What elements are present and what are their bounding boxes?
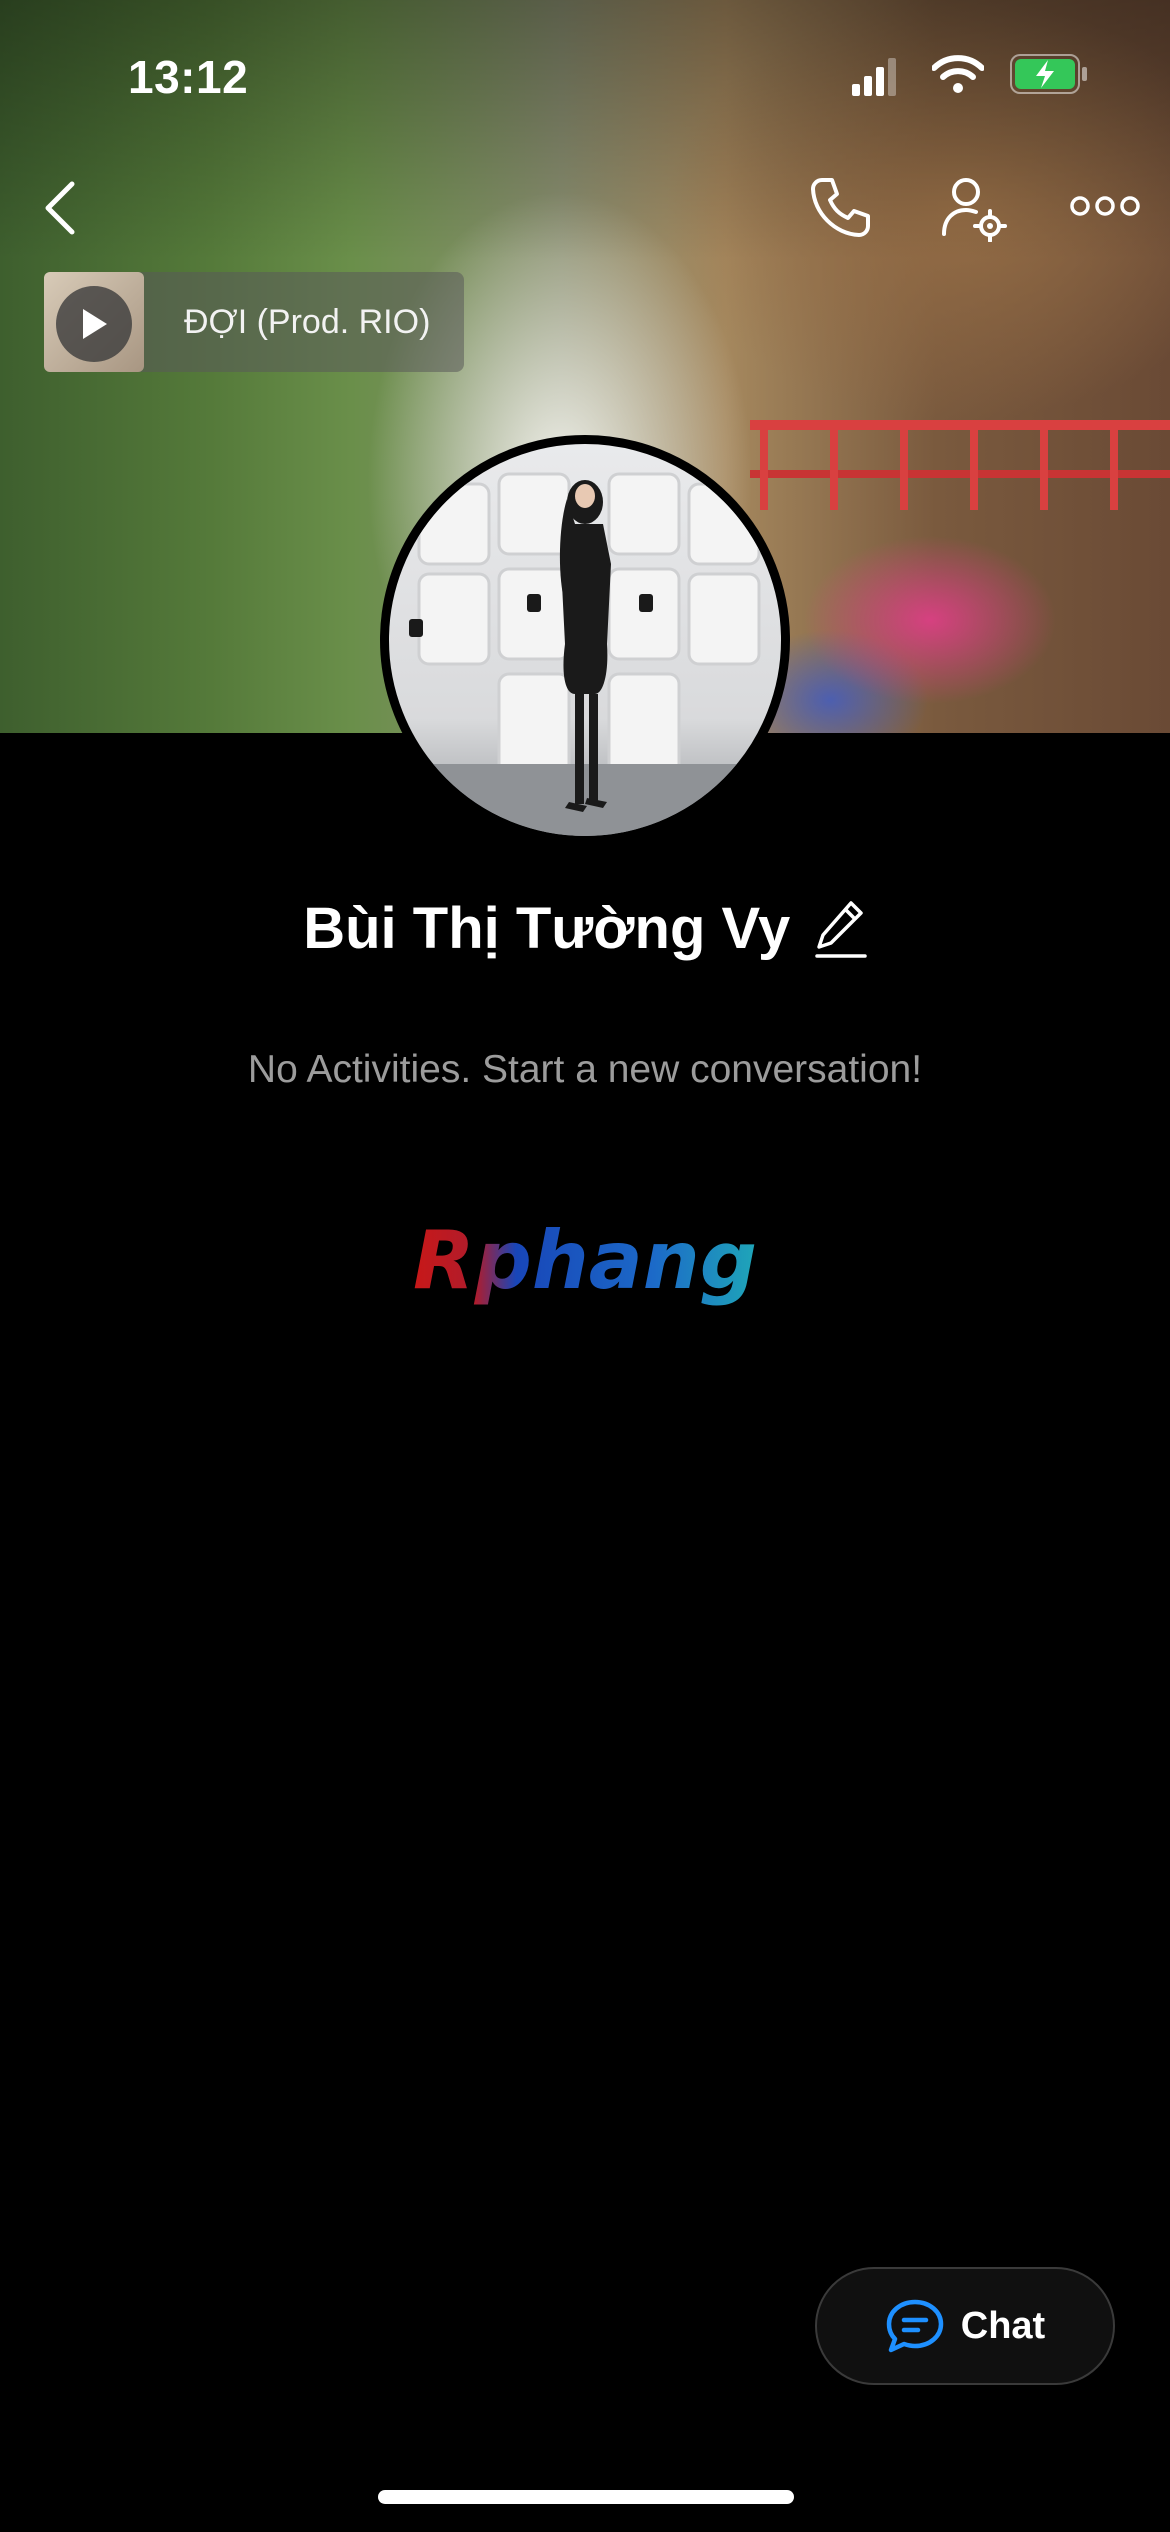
music-thumbnail: [44, 272, 144, 372]
battery-charging-icon: [1010, 54, 1087, 94]
home-indicator[interactable]: [378, 2490, 794, 2504]
profile-header-toolbar: [0, 160, 1170, 250]
wifi-icon: [932, 55, 984, 93]
chat-button[interactable]: Chat: [815, 2267, 1115, 2385]
rphang-watermark-logo: Rphang: [413, 1214, 757, 1307]
avatar-photo: [389, 472, 781, 836]
profile-music-player[interactable]: ĐỢI (Prod. RIO): [44, 272, 464, 372]
avatar[interactable]: [380, 435, 790, 845]
music-title: ĐỢI (Prod. RIO): [184, 302, 431, 341]
phone-call-icon[interactable]: [808, 176, 872, 240]
profile-name-row: Bùi Thị Tường Vy: [0, 895, 1170, 962]
chat-bubble-icon: [886, 2299, 944, 2353]
no-activity-message: No Activities. Start a new conversation!: [247, 1048, 923, 1091]
profile-name: Bùi Thị Tường Vy: [303, 896, 791, 961]
status-time: 13:12: [128, 51, 249, 103]
profile-settings-icon[interactable]: [940, 174, 1008, 242]
pencil-icon[interactable]: [815, 899, 867, 959]
back-chevron-icon[interactable]: [42, 180, 78, 236]
cover-railing: [750, 420, 1170, 510]
play-button[interactable]: [56, 286, 132, 362]
play-icon: [83, 309, 107, 339]
chat-button-label: Chat: [960, 2304, 1046, 2347]
status-bar: 13:12: [0, 0, 1170, 150]
watermark-text: Rphang: [413, 1214, 757, 1307]
more-options-icon[interactable]: [1070, 194, 1140, 218]
cellular-signal-icon: [852, 58, 896, 96]
